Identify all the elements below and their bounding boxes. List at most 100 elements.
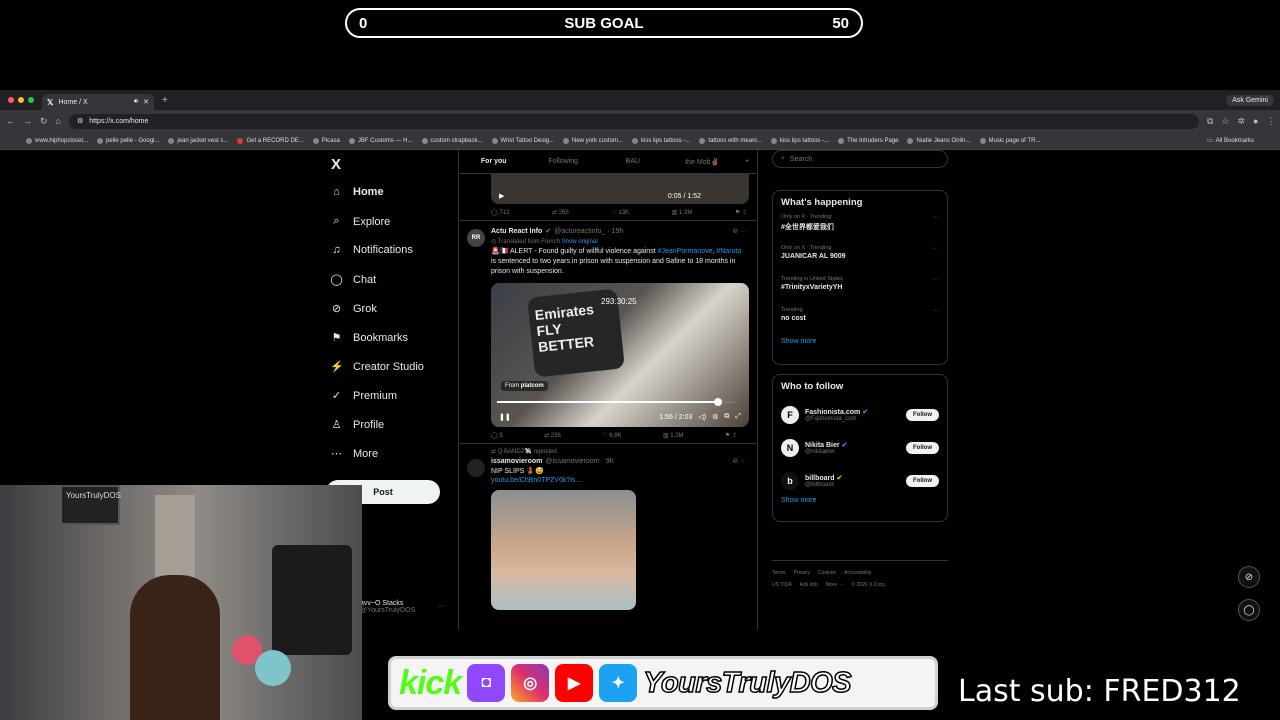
views-button[interactable]: ▥ 1.3M	[672, 209, 693, 216]
volume-icon[interactable]: ◁)	[698, 413, 706, 421]
avatar[interactable]: F	[781, 405, 799, 424]
messages-float-icon[interactable]: ◯	[1238, 599, 1260, 621]
more-options-icon[interactable]: ···	[932, 307, 939, 314]
tab-following[interactable]: Following	[529, 158, 599, 165]
trend-item[interactable]: Trending in United States #TrinityxVariet…	[781, 276, 939, 307]
reload-icon[interactable]: ↻	[40, 116, 48, 127]
minimize-window-button[interactable]	[18, 97, 24, 103]
more-options-icon[interactable]: ···	[932, 276, 939, 283]
avatar[interactable]: b	[781, 471, 799, 490]
bookmark-item[interactable]: pelle pelle - Googl...	[97, 137, 159, 144]
more-options-icon[interactable]: ⊘ ···	[732, 457, 747, 465]
bookmark-item[interactable]: Music page of TR...	[979, 137, 1040, 144]
bookmark-button[interactable]: ⚑ ⇪	[725, 432, 737, 439]
grok-float-icon[interactable]: ⊘	[1238, 566, 1260, 588]
search-input[interactable]: ⌕ Search	[772, 150, 948, 168]
trend-item[interactable]: Trending no cost ···	[781, 307, 939, 338]
hashtag-link[interactable]: #JeanPormanove	[658, 248, 713, 255]
url-field[interactable]: ⚙ https://x.com/home	[68, 113, 1199, 129]
video-player[interactable]: ▶ 0:05 / 1:52	[491, 174, 749, 204]
all-bookmarks-button[interactable]: ▭ All Bookmarks	[1207, 137, 1254, 145]
ask-gemini-button[interactable]: Ask Gemini	[1226, 94, 1274, 106]
browser-tab[interactable]: 𝕏 Home / X 🔊︎ ✕	[42, 94, 154, 110]
mute-tab-icon[interactable]: 🔊︎	[134, 98, 138, 106]
video-progress-bar[interactable]	[497, 398, 735, 406]
views-button[interactable]: ▥ 1.3M	[663, 432, 684, 439]
more-options-icon[interactable]: ···	[932, 214, 939, 221]
pause-icon[interactable]: ❚❚	[499, 413, 511, 421]
add-tab-icon[interactable]: +	[737, 158, 757, 165]
bookmark-item[interactable]: Nudie Jeans Onlin...	[907, 137, 971, 144]
nav-chat[interactable]: ◯ Chat	[330, 273, 376, 287]
author-name[interactable]: issamovieroom	[491, 458, 542, 465]
like-button[interactable]: ♡ 13K	[611, 209, 629, 216]
nav-bookmarks[interactable]: ⚑ Bookmarks	[330, 331, 408, 345]
avatar[interactable]: N	[781, 438, 799, 457]
repost-button[interactable]: ⇄ 265	[552, 209, 569, 216]
site-info-icon[interactable]: ⚙	[77, 117, 83, 125]
follow-suggestion[interactable]: N Nikita Bier ✔ @nikitabier Follow	[781, 431, 939, 464]
tweet-link[interactable]: youtu.be/ChBn0TPZV0k?is...	[491, 477, 747, 484]
tab-the-mob[interactable]: the Mob✌🏾	[668, 158, 738, 166]
footer-link[interactable]: More ···	[826, 582, 844, 588]
fullscreen-icon[interactable]: ⤢	[735, 413, 741, 421]
follow-button[interactable]: Follow	[906, 441, 939, 454]
star-icon[interactable]: ☆	[1221, 116, 1229, 127]
hashtag-link[interactable]: #Naruto	[716, 248, 741, 255]
nav-grok[interactable]: ⊘ Grok	[330, 302, 377, 316]
footer-link[interactable]: Terms	[772, 570, 786, 576]
nav-home[interactable]: ⌂ Home	[330, 186, 383, 198]
video-scrubber-handle[interactable]	[714, 398, 723, 406]
follow-suggestion[interactable]: b billboard ✔ @billboard Follow	[781, 464, 939, 497]
account-switcher[interactable]: avv~O Stacks @YoursTrulyDOS ···	[360, 600, 445, 614]
bookmark-item[interactable]: The Intruders Page	[838, 137, 898, 144]
footer-link[interactable]: Cookies	[818, 570, 836, 576]
trend-item[interactable]: Only on X · Trending #全世界都爱我们 ···	[781, 214, 939, 245]
new-tab-button[interactable]: +	[154, 95, 176, 106]
pip-icon[interactable]: ⧉	[724, 413, 729, 421]
bookmark-item[interactable]: Wrist Tattoo Desig...	[491, 137, 554, 144]
footer-link[interactable]: Accessibility	[844, 570, 871, 576]
nav-creator-studio[interactable]: ⚡ Creator Studio	[330, 360, 424, 374]
author-name[interactable]: Actu React Info	[491, 228, 542, 235]
bookmark-button[interactable]: ⚑ ⇪	[735, 209, 747, 216]
bookmark-item[interactable]: tattoos with meani...	[699, 137, 762, 144]
follow-button[interactable]: Follow	[906, 408, 939, 421]
tweet-video-thumbnail[interactable]	[491, 490, 636, 610]
menu-icon[interactable]: ⋮	[1266, 116, 1275, 127]
close-tab-icon[interactable]: ✕	[143, 98, 149, 106]
follow-suggestion[interactable]: F Fashionista.com ✔ @Fashionista_com Foll…	[781, 398, 939, 431]
profile-icon[interactable]: ●	[1253, 116, 1258, 126]
bookmark-item[interactable]: kiss lips tattoos -...	[770, 137, 829, 144]
install-icon[interactable]: ⧉	[1207, 116, 1213, 127]
show-original-link[interactable]: Show original	[562, 239, 598, 245]
back-icon[interactable]: ←	[6, 116, 15, 126]
tab-bau[interactable]: BAU	[598, 158, 668, 165]
bookmark-item[interactable]: Get a RECORD DE...	[237, 137, 304, 144]
play-icon[interactable]: ▶	[499, 192, 504, 200]
bookmark-item[interactable]: www.hiphopcloset...	[26, 137, 88, 144]
nav-more[interactable]: ⋯ More	[330, 447, 378, 461]
extensions-icon[interactable]: ✲	[1238, 116, 1246, 127]
nav-profile[interactable]: ♙ Profile	[330, 418, 385, 432]
home-icon[interactable]: ⌂	[56, 116, 61, 126]
bookmark-item[interactable]: jean jacket vest s...	[168, 137, 228, 144]
bookmark-item[interactable]: kiss lips tattoos -...	[632, 137, 690, 144]
tweet[interactable]: RR Actu React Info ✔ @actureactinfo_ · 1…	[459, 221, 757, 443]
more-options-icon[interactable]: ···	[932, 245, 939, 252]
bookmark-item[interactable]: custom strapback...	[421, 137, 483, 144]
footer-link[interactable]: Privacy	[794, 570, 810, 576]
more-options-icon[interactable]: ···	[438, 603, 445, 610]
close-window-button[interactable]	[8, 97, 14, 103]
avatar[interactable]: RR	[467, 229, 485, 247]
reply-button[interactable]: ◯ 5	[491, 432, 503, 439]
bookmark-item[interactable]: JBF Customs — H...	[348, 137, 413, 144]
follow-button[interactable]: Follow	[906, 474, 939, 487]
forward-icon[interactable]: →	[23, 116, 32, 126]
more-options-icon[interactable]: ⊘ ···	[732, 227, 747, 235]
nav-notifications[interactable]: ♫ Notifications	[330, 244, 413, 256]
reply-button[interactable]: ◯ 712	[491, 209, 509, 216]
avatar[interactable]	[467, 459, 485, 477]
bookmark-item[interactable]: New york custom...	[563, 137, 623, 144]
settings-icon[interactable]: ⚙	[712, 413, 718, 421]
